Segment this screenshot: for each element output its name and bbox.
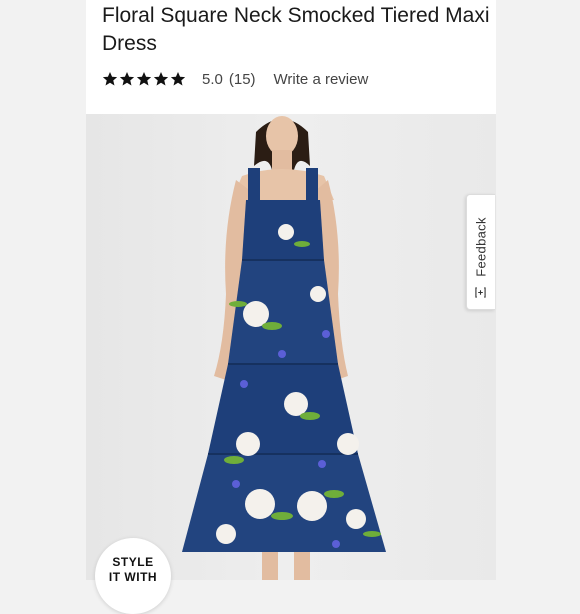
star-icon	[119, 72, 135, 86]
product-title: Floral Square Neck Smocked Tiered Maxi D…	[102, 4, 490, 55]
expand-icon	[475, 287, 486, 298]
star-icon	[153, 72, 169, 86]
style-it-with-button[interactable]: STYLE IT WITH	[95, 538, 171, 614]
model-illustration	[182, 116, 386, 580]
star-icon	[102, 72, 118, 86]
feedback-label: Feedback	[473, 217, 489, 277]
write-review-link[interactable]: Write a review	[274, 71, 369, 88]
star-icon	[170, 72, 186, 86]
star-icon	[136, 72, 152, 86]
product-image[interactable]	[86, 114, 496, 580]
rating-value: 5.0	[202, 70, 223, 88]
style-badge-line2: IT WITH	[108, 570, 158, 584]
product-header: Floral Square Neck Smocked Tiered Maxi D…	[86, 0, 496, 114]
star-rating	[102, 71, 186, 87]
feedback-tab[interactable]: Feedback	[466, 194, 495, 310]
style-badge-line1: STYLE	[112, 555, 154, 569]
rating-row: 5.0 (15) Write a review	[102, 68, 368, 90]
review-count[interactable]: (15)	[229, 71, 256, 88]
